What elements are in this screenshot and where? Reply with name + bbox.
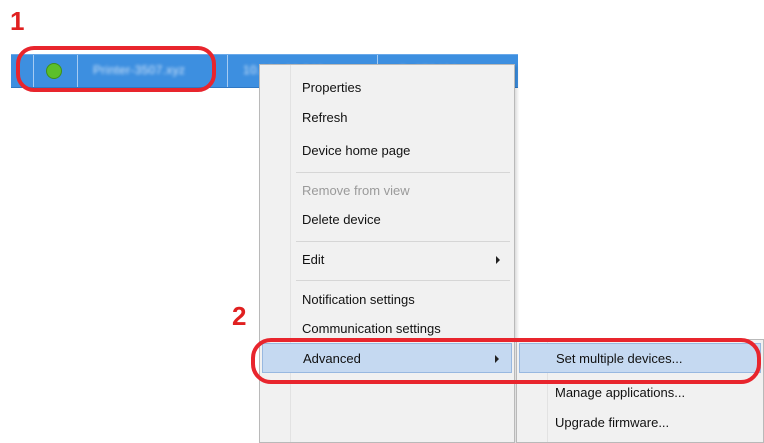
- row-divider: [227, 55, 228, 87]
- step1-highlight-ring: [16, 46, 216, 92]
- context-menu: Properties Refresh Device home page Remo…: [259, 64, 515, 443]
- submenu-item-upgrade-firmware[interactable]: Upgrade firmware...: [519, 408, 761, 438]
- menu-item-refresh[interactable]: Refresh: [262, 103, 512, 133]
- menu-item-label: Notification settings: [302, 292, 415, 307]
- menu-separator: [296, 241, 510, 242]
- menu-separator: [296, 280, 510, 281]
- menu-item-label: Remove from view: [302, 183, 410, 198]
- menu-item-label: Refresh: [302, 110, 348, 125]
- menu-item-label: Delete device: [302, 212, 381, 227]
- menu-item-delete-device[interactable]: Delete device: [262, 205, 512, 235]
- menu-item-label: Properties: [302, 80, 362, 95]
- menu-item-label: Communication settings: [302, 321, 441, 336]
- menu-separator: [296, 172, 510, 173]
- menu-item-device-home-page[interactable]: Device home page: [262, 136, 512, 166]
- menu-item-notification-settings[interactable]: Notification settings: [262, 285, 512, 315]
- menu-item-edit[interactable]: Edit: [262, 245, 512, 275]
- menu-item-label: Edit: [302, 252, 325, 267]
- menu-item-properties[interactable]: Properties: [262, 73, 512, 103]
- chevron-right-icon: [496, 256, 500, 264]
- menu-item-label: Device home page: [302, 143, 411, 158]
- submenu-item-label: Upgrade firmware...: [555, 415, 670, 430]
- submenu-item-label: Manage applications...: [555, 385, 686, 400]
- menu-item-remove-from-view: Remove from view: [262, 176, 512, 206]
- step2-highlight-ring: [251, 338, 761, 384]
- step-number-1: 1: [10, 6, 25, 36]
- step-number-2: 2: [232, 301, 247, 331]
